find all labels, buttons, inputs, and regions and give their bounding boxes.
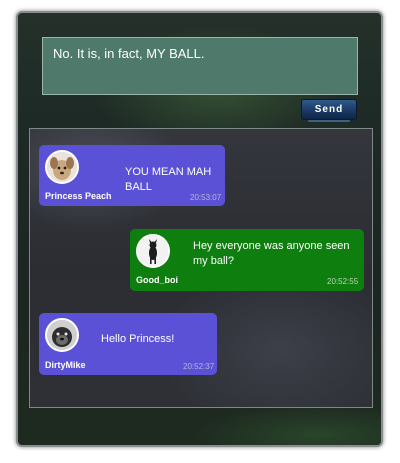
sender-name: Princess Peach — [45, 191, 112, 201]
message-timestamp: 20:53:07 — [190, 193, 222, 202]
message-text: Hey everyone was anyone seen my ball? — [193, 240, 350, 267]
message-bubble: YOU MEAN MAH BALL Princess Peach 20:53:0… — [39, 145, 225, 206]
princess-peach-avatar-dog-icon — [45, 150, 79, 184]
chat-window: No. It is, in fact, MY BALL. Send YOU ME… — [16, 11, 383, 447]
message-timestamp: 20:52:37 — [183, 362, 215, 371]
sender-name: DirtyMike — [45, 360, 86, 370]
good-boi-avatar-dog-icon — [136, 234, 170, 268]
message-bubble: Hey everyone was anyone seen my ball? Go… — [130, 229, 364, 291]
message-bubble: Hello Princess! DirtyMike 20:52:37 — [39, 313, 217, 375]
sender-name: Good_boi — [136, 275, 178, 285]
message-text: Hello Princess! — [101, 333, 175, 345]
send-button[interactable]: Send — [301, 99, 357, 122]
message-text: YOU MEAN MAH BALL — [125, 166, 212, 193]
dirtymike-avatar-dog-icon — [45, 318, 79, 352]
message-feed[interactable]: YOU MEAN MAH BALL Princess Peach 20:53:0… — [29, 128, 373, 408]
message-input[interactable]: No. It is, in fact, MY BALL. — [42, 37, 358, 95]
message-timestamp: 20:52:55 — [327, 277, 359, 286]
